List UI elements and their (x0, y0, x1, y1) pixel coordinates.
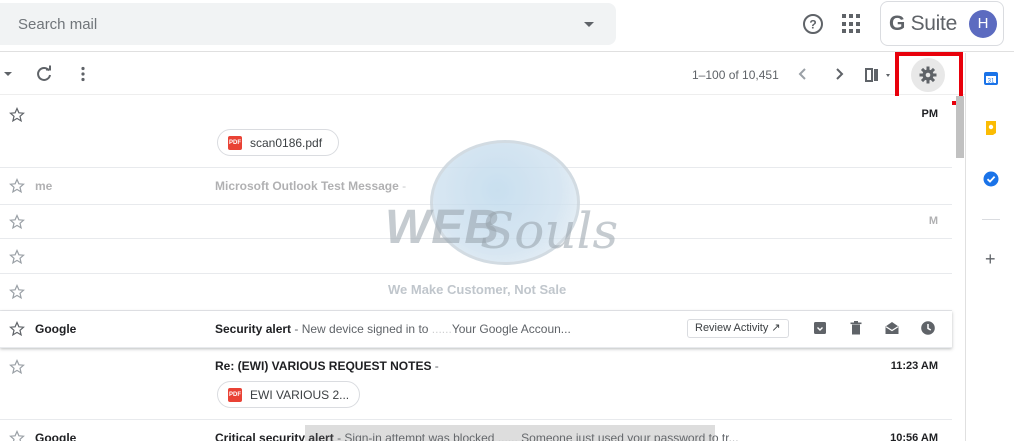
tasks-icon[interactable] (983, 171, 999, 187)
star-icon[interactable] (9, 284, 25, 300)
refresh-icon[interactable] (34, 64, 54, 84)
archive-icon[interactable] (812, 320, 828, 336)
table-row[interactable]: M (0, 205, 952, 239)
split-pane-icon[interactable] (864, 66, 896, 84)
star-icon[interactable] (9, 321, 25, 337)
sender-name: Google (35, 322, 77, 336)
table-row[interactable]: PM PDF scan0186.pdf (0, 96, 952, 168)
select-caret-icon[interactable] (4, 72, 12, 76)
gsuite-logo: G Suite (889, 12, 957, 35)
gsuite-account-switcher[interactable]: G Suite H (880, 1, 1004, 46)
star-icon[interactable] (9, 359, 25, 375)
svg-text:?: ? (809, 18, 816, 32)
star-icon[interactable] (9, 107, 25, 123)
calendar-icon[interactable]: 31 (983, 70, 999, 86)
mail-subject: Re: (EWI) VARIOUS REQUEST NOTES - (215, 359, 439, 373)
table-row[interactable]: Re: (EWI) VARIOUS REQUEST NOTES - 11:23 … (0, 348, 952, 420)
search-options-icon[interactable] (584, 22, 594, 27)
star-icon[interactable] (9, 249, 25, 265)
more-vert-icon[interactable] (73, 64, 93, 84)
attachment-name: scan0186.pdf (250, 136, 323, 150)
mail-time: 11:23 AM (890, 360, 938, 372)
side-panel: 31 + (965, 53, 1014, 441)
trial-notice-overlay (305, 425, 715, 441)
review-activity-button[interactable]: Review Activity ↗ (687, 319, 789, 338)
table-row[interactable] (0, 274, 952, 311)
next-page-icon[interactable] (829, 64, 849, 84)
star-icon[interactable] (9, 430, 25, 441)
mail-subject: Security alert - New device signed in to… (215, 322, 571, 336)
pdf-icon: PDF (228, 388, 242, 402)
avatar[interactable]: H (969, 10, 997, 38)
table-row[interactable]: me Microsoft Outlook Test Message - (0, 168, 952, 205)
mail-time: 10:56 AM (890, 432, 938, 441)
mail-subject: Microsoft Outlook Test Message - (215, 179, 407, 193)
delete-icon[interactable] (848, 320, 864, 336)
mail-toolbar: 1–100 of 10,451 (0, 53, 965, 95)
attachment-chip[interactable]: PDF EWI VARIOUS 2... (217, 381, 360, 408)
star-icon[interactable] (9, 214, 25, 230)
svg-text:31: 31 (988, 78, 995, 84)
mail-time: PM (921, 108, 939, 120)
attachment-name: EWI VARIOUS 2... (250, 388, 350, 402)
table-row[interactable] (0, 239, 952, 274)
sender-name: me (35, 179, 53, 193)
apps-grid-icon[interactable] (842, 14, 862, 34)
side-panel-divider (982, 219, 1000, 220)
scrollbar[interactable] (956, 96, 964, 158)
table-row[interactable]: Google Security alert - New device signe… (0, 311, 952, 348)
sender-name: Google (35, 431, 77, 441)
search-input[interactable]: Search mail (18, 16, 97, 33)
pdf-icon: PDF (228, 136, 242, 150)
pagination-count: 1–100 of 10,451 (692, 68, 779, 82)
snooze-icon[interactable] (920, 320, 936, 336)
star-icon[interactable] (9, 178, 25, 194)
mail-time: M (928, 215, 938, 227)
mark-read-icon[interactable] (884, 320, 900, 336)
add-addon-icon[interactable]: + (985, 249, 996, 270)
attachment-chip[interactable]: PDF scan0186.pdf (217, 129, 339, 156)
keep-icon[interactable] (983, 120, 999, 136)
top-header: Search mail ? G Suite H (0, 0, 1014, 52)
help-icon[interactable]: ? (801, 12, 825, 36)
prev-page-icon[interactable] (793, 64, 813, 84)
search-bar[interactable]: Search mail (0, 3, 616, 45)
